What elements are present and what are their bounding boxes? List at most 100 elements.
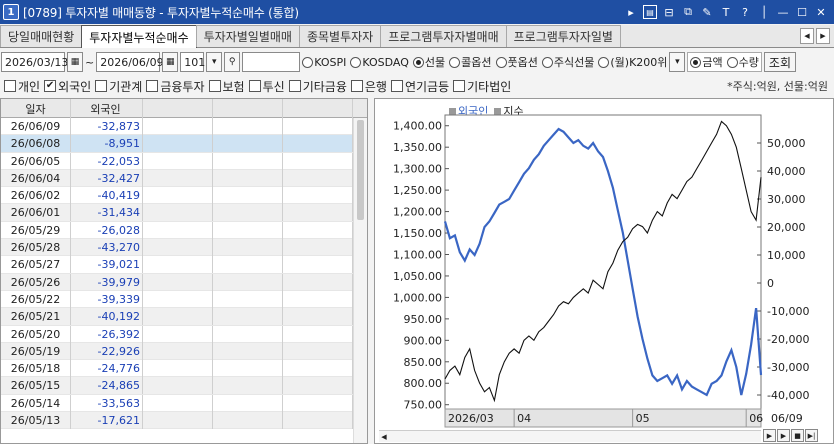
market-radio-group: KOSPI KOSDAQ 선물 콜옵션 풋옵션 주식선물 (월)K200위: [302, 54, 667, 70]
tab-investor-daily[interactable]: 투자자별일별매매: [195, 25, 300, 47]
font-icon[interactable]: T: [719, 5, 733, 19]
left-tick-label: 1,150.00: [393, 227, 442, 240]
start-date-input[interactable]: 2026/03/13: [1, 52, 68, 72]
search-input[interactable]: [242, 52, 301, 72]
table-row[interactable]: 26/05/28 -43,270: [1, 239, 367, 257]
right-tick-label: -10,000: [767, 305, 809, 318]
scroll-right-icon[interactable]: ▶: [763, 429, 776, 442]
tab-investor-cumulative[interactable]: 투자자별누적순매수: [81, 25, 197, 48]
table-row[interactable]: 26/06/05 -22,053: [1, 152, 367, 170]
split-icon[interactable]: ⊟: [662, 5, 676, 19]
end-date-input[interactable]: 2026/06/09: [96, 52, 164, 72]
cell-empty: [143, 290, 213, 308]
table-row[interactable]: 26/05/21 -40,192: [1, 308, 367, 326]
table-row[interactable]: 26/06/04 -32,427: [1, 169, 367, 188]
investor-check-trust[interactable]: 투신: [248, 78, 285, 95]
cell-empty: [213, 360, 283, 378]
cell-empty: [143, 342, 213, 360]
table-row[interactable]: 26/06/02 -40,419: [1, 187, 367, 205]
investor-check-financial-investment[interactable]: 금융투자: [146, 78, 205, 95]
stop-icon[interactable]: ■: [791, 429, 804, 442]
search-icon[interactable]: ⚲: [224, 52, 241, 72]
tab-program-daily[interactable]: 프로그램투자자일별: [505, 25, 621, 47]
chart-scrollbar[interactable]: ◀: [379, 430, 761, 442]
cell-foreign: -43,270: [71, 239, 143, 257]
left-tick-label: 1,000.00: [393, 291, 442, 304]
market-radio-stock-futures[interactable]: 주식선물: [541, 54, 594, 70]
line-chart[interactable]: 750.00 800.00 850.00 900.00 950.00 1,000.00 1,…: [375, 99, 834, 444]
cell-empty: [283, 239, 353, 257]
cell-empty: [213, 325, 283, 343]
table-row[interactable]: 26/05/26 -39,979: [1, 273, 367, 291]
close-icon[interactable]: ✕: [814, 5, 828, 19]
tab-right-icon[interactable]: ▶: [816, 28, 830, 44]
grid-scrollbar[interactable]: [353, 118, 367, 443]
table-row[interactable]: 26/05/29 -26,028: [1, 221, 367, 240]
column-header-date[interactable]: 일자: [1, 99, 71, 118]
next-icon[interactable]: ▶|: [805, 429, 818, 442]
market-radio-kosdaq[interactable]: KOSDAQ: [350, 56, 409, 69]
table-row[interactable]: 26/06/08 -8,951: [1, 135, 367, 153]
maximize-icon[interactable]: ☐: [795, 5, 809, 19]
calendar-icon[interactable]: ▦: [162, 52, 179, 72]
table-row[interactable]: 26/05/22 -39,339: [1, 290, 367, 309]
investor-check-other-corp[interactable]: 기타법인: [453, 78, 511, 95]
cell-date: 26/05/20: [1, 325, 71, 343]
layout-icon[interactable]: ▤: [643, 5, 657, 19]
query-button[interactable]: 조회: [763, 52, 797, 72]
market-radio-kospi[interactable]: KOSPI: [302, 56, 346, 69]
investor-check-individual[interactable]: 개인: [4, 78, 40, 95]
column-header-empty: [283, 99, 353, 118]
cell-date: 26/05/13: [1, 412, 71, 430]
table-row[interactable]: 26/05/13 -17,621: [1, 412, 367, 430]
chevron-down-icon[interactable]: ▾: [206, 52, 223, 72]
chart-nav: ▶ ▶ ■ ▶|: [763, 429, 818, 442]
table-row[interactable]: 26/05/19 -22,926: [1, 342, 367, 361]
investor-check-other-finance[interactable]: 기타금융: [288, 78, 347, 95]
chevron-down-icon[interactable]: ▾: [669, 52, 686, 72]
table-row[interactable]: 26/06/09 -32,873: [1, 118, 367, 136]
table-row[interactable]: 26/06/01 -31,434: [1, 204, 367, 222]
pin-icon[interactable]: ✎: [700, 5, 714, 19]
investor-check-insurance[interactable]: 보험: [208, 78, 245, 95]
market-radio-weekly[interactable]: (월)K200위: [598, 54, 667, 70]
column-header-foreign[interactable]: 외국인: [71, 99, 143, 118]
table-row[interactable]: 26/05/18 -24,776: [1, 360, 367, 378]
x-tick-label: 2026/03: [448, 412, 494, 425]
measure-radio-quantity[interactable]: 수량: [726, 54, 759, 70]
investor-check-pension[interactable]: 연기금등: [390, 78, 449, 95]
minimize-icon[interactable]: —: [776, 5, 790, 19]
scrollbar-thumb[interactable]: [357, 120, 364, 220]
market-radio-put[interactable]: 풋옵션: [495, 54, 538, 70]
table-row[interactable]: 26/05/20 -26,392: [1, 325, 367, 343]
play-icon[interactable]: ▶: [777, 429, 790, 442]
play-icon[interactable]: ▸: [624, 5, 638, 19]
cell-date: 26/05/26: [1, 273, 71, 291]
tab-program-investor[interactable]: 프로그램투자자별매매: [380, 25, 507, 47]
market-radio-futures[interactable]: 선물: [412, 54, 445, 70]
data-grid: 일자 외국인 26/06/09 -32,873 26/06/08 -8,951 26/0…: [0, 98, 368, 444]
right-tick-label: -30,000: [767, 361, 809, 374]
investor-check-institution[interactable]: 기관계: [95, 78, 142, 95]
tab-stock-investor[interactable]: 종목별투자자: [298, 25, 382, 47]
table-row[interactable]: 26/05/27 -39,021: [1, 256, 367, 274]
table-row[interactable]: 26/05/15 -24,865: [1, 377, 367, 395]
copy-icon[interactable]: ⧉: [681, 5, 695, 19]
calendar-icon[interactable]: ▦: [67, 52, 83, 72]
window-number-badge[interactable]: 1: [3, 4, 19, 20]
investor-check-foreign[interactable]: ✔ 외국인: [44, 78, 91, 95]
count-input[interactable]: 101: [180, 52, 205, 72]
cell-foreign: -24,776: [71, 360, 143, 378]
cell-foreign: -39,339: [71, 290, 143, 308]
cell-empty: [143, 169, 213, 187]
tab-daily-trading[interactable]: 당일매매현황: [0, 25, 83, 47]
title-bar-icons: ▸ ▤ ⊟ ⧉ ✎ T ? │ — ☐ ✕: [624, 5, 834, 19]
measure-radio-amount[interactable]: 금액: [690, 54, 723, 70]
investor-check-bank[interactable]: 은행: [350, 78, 387, 95]
market-radio-call[interactable]: 콜옵션: [449, 54, 492, 70]
scroll-left-icon[interactable]: ◀: [379, 432, 389, 442]
checkbox: [4, 80, 16, 92]
tab-left-icon[interactable]: ◀: [800, 28, 814, 44]
table-row[interactable]: 26/05/14 -33,563: [1, 394, 367, 413]
help-icon[interactable]: ?: [738, 5, 752, 19]
